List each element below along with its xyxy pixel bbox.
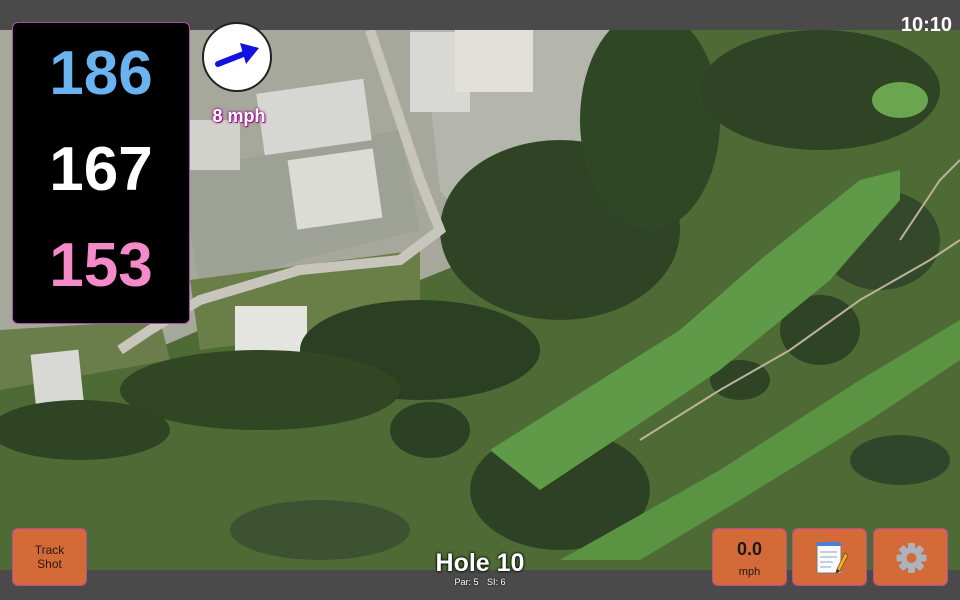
notepad-icon <box>816 542 849 574</box>
wind-speed-label: 8 mph <box>212 106 266 126</box>
hole-info: Par: 5 SI: 6 <box>380 577 580 588</box>
si-label: SI: 6 <box>487 577 506 587</box>
distance-panel: 186 167 153 <box>12 22 190 324</box>
wind-button-value: 0.0 <box>736 539 763 559</box>
notes-button[interactable] <box>792 528 867 586</box>
track-shot-label-line2: Shot <box>37 557 62 571</box>
clock: 10:10 <box>900 14 952 36</box>
gear-icon <box>896 543 927 573</box>
middle-distance: 167 <box>49 135 153 204</box>
par-label: Par: 5 <box>454 577 479 587</box>
wind-speed-button[interactable]: 0.0 mph <box>712 528 787 586</box>
back-distance: 186 <box>49 39 153 108</box>
settings-button[interactable] <box>873 528 948 586</box>
arrow-right-icon <box>215 43 259 67</box>
wind-indicator <box>202 22 272 92</box>
hole-title: Hole 10 <box>435 549 525 577</box>
track-shot-label-line1: Track <box>34 543 65 557</box>
front-distance: 153 <box>49 231 153 300</box>
track-shot-button[interactable]: Track Shot <box>12 528 87 586</box>
wind-button-unit: mph <box>738 566 761 578</box>
